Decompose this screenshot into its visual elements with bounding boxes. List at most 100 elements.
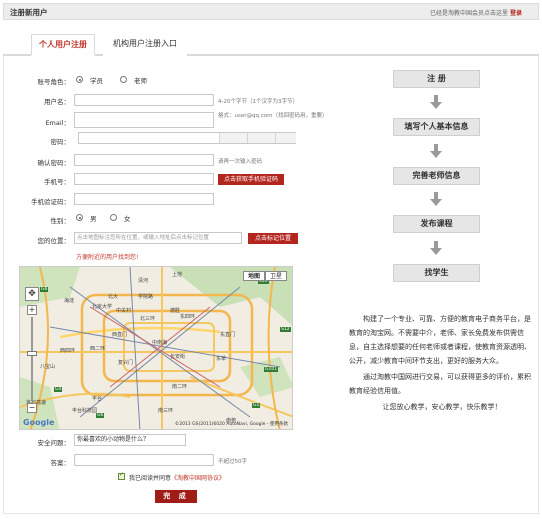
flow-step-teacher-info: 完善老师信息 [393,167,480,185]
tab-personal[interactable]: 个人用户注册 [31,34,95,56]
zoom-slider-handle[interactable] [27,351,37,356]
location-input[interactable]: 点击地图标注您所在位置，或输入地址后点击标记位置 [74,232,242,244]
zoom-out-icon[interactable]: − [27,403,37,413]
map-place-label: 德胜 [170,308,181,314]
agreement-text: 我已阅读并同意《淘教中国网协议》 [129,473,225,482]
map-place-label: 西四环 [60,348,76,354]
page-title: 注册新用户 [10,8,48,17]
map-place-label: 中关村 [116,308,132,314]
map-copyright: ©2013 GS(2011)6020 AutoNavi, Google - 使用… [174,422,288,427]
get-sms-code-button[interactable]: 点击获取手机验证码 [218,174,284,185]
intro-paragraph: 构建了一个专业、可靠、方便的教育电子商务平台，是教育的淘宝网。不需要中介，老师、… [349,315,531,365]
agreement-link[interactable]: 《淘教中国网协议》 [171,475,225,482]
map-zoom-control: ✥ + − [25,287,39,427]
agreement-checkbox[interactable] [118,471,125,480]
password-label: 密码： [50,138,71,146]
map-route-shield: G6 [40,287,49,292]
flow-step-register: 注 册 [393,70,480,88]
username-label: 用户名： [44,98,70,106]
location-label: 您的位置： [37,237,71,245]
map-place-label: 东单 [216,356,227,362]
confirm-password-input[interactable] [74,154,214,166]
map-place-label: 东直门 [220,332,236,338]
phone-label: 手机号： [44,178,70,186]
flow-step-profile: 填写个人基本信息 [393,118,480,136]
map-place-label: 西直门 [112,332,128,338]
mark-location-button[interactable]: 点击标记位置 [248,233,298,244]
confirm-password-hint: 请再一次输入密码 [218,159,263,165]
top-bar: 注册新用户 已经是淘教中国会员点击这里 登录 [3,3,539,20]
answer-hint: 不超过50字 [218,459,247,465]
email-input[interactable] [74,112,214,128]
flow-arrow-icon [430,241,442,255]
map-place-label: 北大 [108,294,119,300]
password-field[interactable] [78,132,296,144]
map-place-label: 上地 [172,272,183,278]
intro-slogan: 让您放心教学，安心教学，快乐教学！ [382,403,502,411]
map-route-shield: G6 [96,413,105,418]
password-strength-strong [275,133,296,143]
map-place-label: 南三环 [158,408,174,414]
map-place-label: 丰台 [92,396,103,402]
confirm-password-label: 确认密码： [37,159,71,167]
location-note: 方便附近的用户找到您! [76,254,139,261]
flow-arrow-icon [430,95,442,109]
map-place-label: 清河 [138,278,149,284]
submit-button[interactable]: 完 成 [155,490,197,503]
security-question-select[interactable]: 你最喜欢的小动物是什么？ [74,434,186,446]
gender-male-radio[interactable] [76,214,83,221]
map-type-satellite-button[interactable]: 卫星 [265,271,287,281]
flow-step-publish-course: 发布课程 [393,215,480,233]
map-place-label: 丰台科技园 [72,408,98,414]
registration-tabs: 个人用户注册 机构用户注册入口 [3,32,539,56]
map-place-label: 长安街 [170,354,186,360]
zoom-in-icon[interactable]: + [27,305,37,315]
login-link[interactable]: 登录 [510,10,522,17]
map-route-shield: G4 [54,387,63,392]
phone-input[interactable] [74,173,214,185]
security-question-label: 安全问题： [37,439,71,447]
map-place-label: 学院路 [138,294,154,300]
map-route-shield: G1 [252,403,261,408]
map-type-switcher: 地图 卫星 [243,271,287,281]
gender-female-label: 女 [124,215,131,223]
password-strength-medium [247,133,275,143]
google-logo: Google [23,418,55,427]
map-type-map-button[interactable]: 地图 [243,271,265,281]
map-place-label: 八宝山 [40,364,56,370]
zoom-slider-track[interactable] [31,317,33,401]
map-place-label: 北三环 [140,316,156,322]
map-route-shield: S12 [280,327,291,332]
location-map[interactable]: 上地 清河 北大 学院路 中关村 海淀 北京大学 北三环 德胜 东直门 西直门 西二环 中南海 东四环 复兴… [19,266,293,430]
role-teacher-radio[interactable] [120,76,127,83]
map-place-label: 南二环 [172,384,188,390]
map-pan-icon[interactable]: ✥ [25,287,39,301]
map-place-label: 东四环 [180,314,196,320]
map-place-label: 中南海 [152,340,168,346]
map-place-label: 北京大学 [92,304,113,310]
intro-paragraph: 通过淘教中国网进行交易，可以获得更多的评价，累积教育经验信用值。 [349,373,531,395]
intro-text: 构建了一个专业、可靠、方便的教育电子商务平台，是教育的淘宝网。不需要中介，老师、… [349,312,535,416]
username-input[interactable] [74,94,214,106]
role-teacher-label: 老师 [134,77,147,85]
role-label: 账号角色： [37,78,71,86]
map-route-shield: G101 [264,367,279,372]
role-student-label: 学员 [90,77,103,85]
flow-arrow-icon [430,144,442,158]
member-prompt: 已经是淘教中国会员点击这里 登录 [430,8,522,17]
email-hint: 格式：user@qq.com（找回密码用，重要） [218,113,328,119]
password-strength-weak [219,133,247,143]
map-place-label: 复兴门 [118,360,134,366]
role-student-radio[interactable] [76,76,83,83]
answer-input[interactable] [74,454,214,466]
sms-code-label: 手机验证码： [31,198,70,206]
username-hint: 4-20个字节（1个汉字为3字节） [218,99,298,105]
answer-label: 答案： [50,459,71,467]
flow-arrow-icon [430,192,442,206]
tab-organization[interactable]: 机构用户注册入口 [103,34,187,56]
gender-female-radio[interactable] [110,214,117,221]
gender-male-label: 男 [90,215,97,223]
map-place-label: 海淀 [64,298,75,304]
email-label: Email： [45,119,70,127]
sms-code-input[interactable] [74,193,214,205]
